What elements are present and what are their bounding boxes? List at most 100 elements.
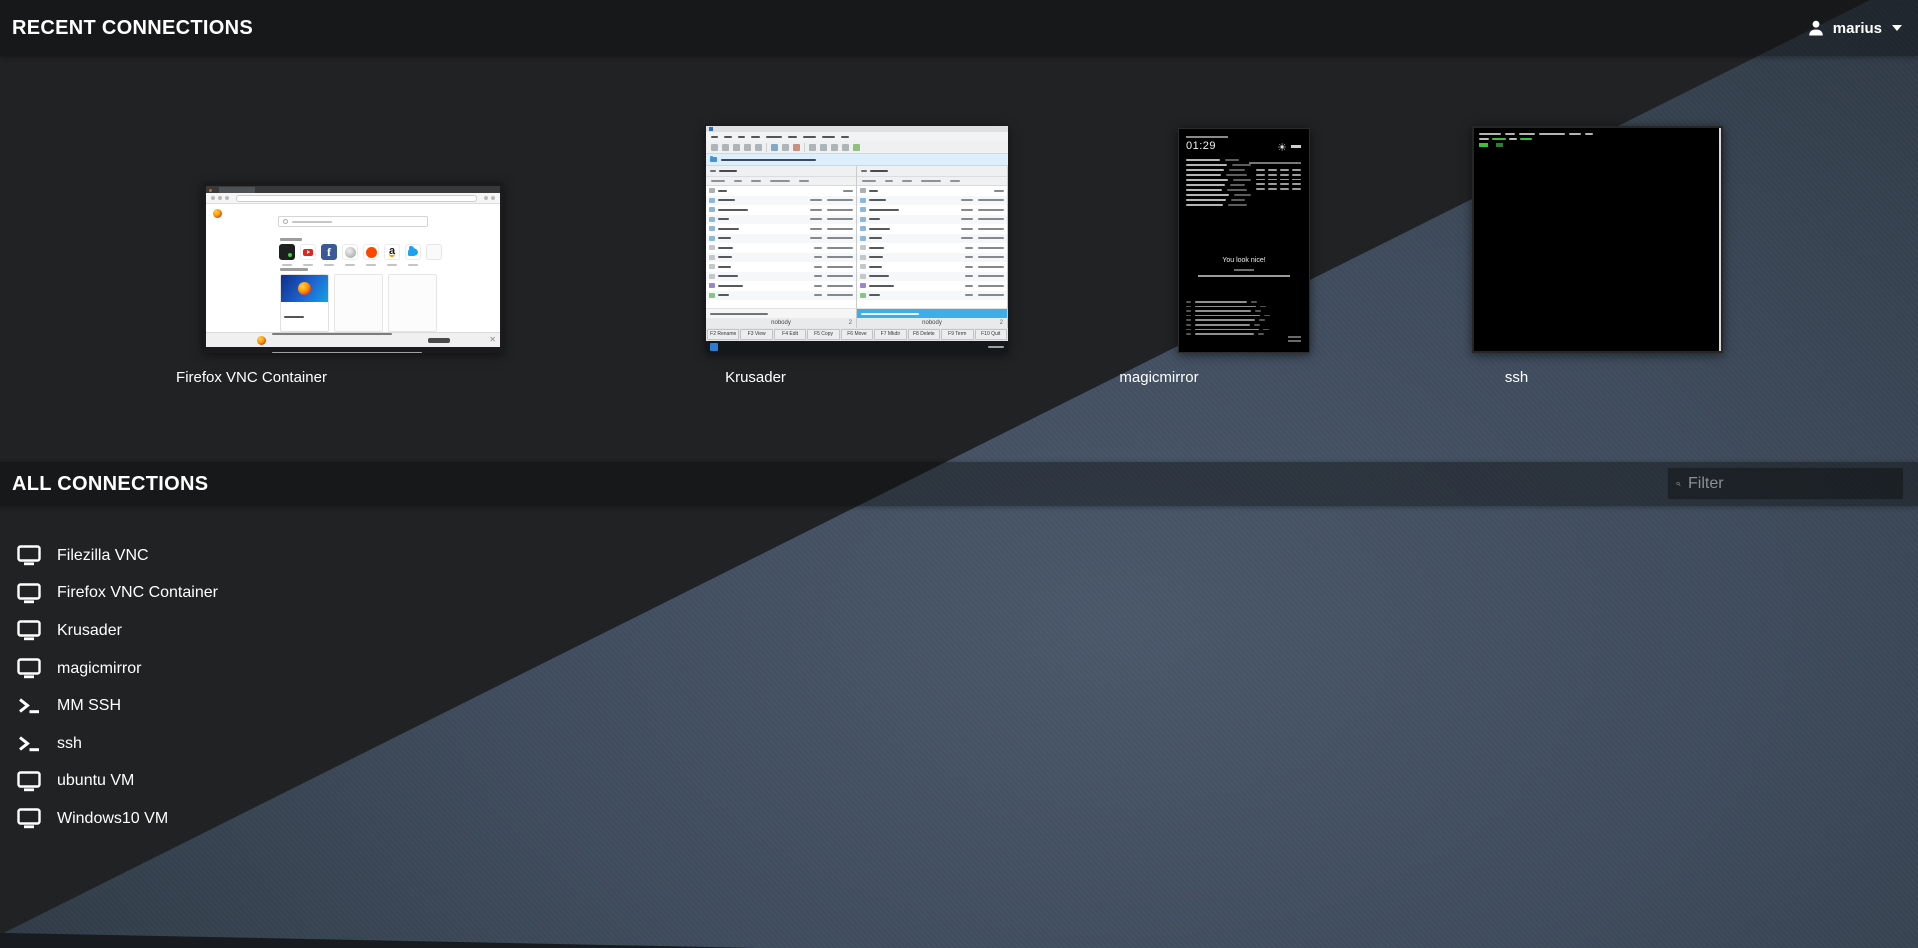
magicmirror-thumbnail: 01:29 ☀ You look nice! [1178,128,1310,353]
file-row [706,253,856,263]
connection-item-ubuntu-vm[interactable]: ubuntu VM [12,763,218,801]
file-row [706,205,856,215]
chevron-down-icon [1892,25,1902,31]
krusader-thumbnail: nobody2 nobody2 F2 Rename F3 View F4 Edi… [706,126,1008,353]
file-row [706,243,856,253]
toolbar-decor [706,141,1008,154]
fkey-button: F8 Delete [908,329,940,340]
sun-icon: ☀ [1277,141,1287,154]
fkey-button: F4 Edit [774,329,806,340]
connection-item-firefox-vnc-container[interactable]: Firefox VNC Container [12,575,218,613]
file-row [857,186,1007,196]
fkey-button: F7 Mkdir [874,329,906,340]
connection-label: magicmirror [1119,369,1198,387]
recent-connection-krusader[interactable]: nobody2 nobody2 F2 Rename F3 View F4 Edi… [503,126,1008,387]
monitor-icon [16,771,41,792]
notification-bar-decor: ✕ [206,332,500,347]
recent-connection-magicmirror[interactable]: 01:29 ☀ You look nice! magicmirror [1008,128,1310,387]
file-row [706,234,856,244]
terminal-icon [16,697,41,715]
filter-box [1667,467,1904,500]
fkey-button: F2 Rename [707,329,739,340]
fkey-button: F3 View [740,329,772,340]
mini-calendar-decor [1256,169,1301,190]
connection-item-filezilla-vnc[interactable]: Filezilla VNC [12,537,218,575]
file-row [706,281,856,291]
top-sites-row: f a [279,244,442,260]
file-row [706,224,856,234]
youtube-icon [300,244,316,260]
terminal-icon [16,735,41,753]
firefox-thumbnail: f a [203,183,503,353]
empty-tile [426,244,442,260]
connection-label: ssh [1505,369,1528,387]
file-row [857,262,1007,272]
twitter-icon [405,244,421,260]
address-bar-decor [706,154,1008,166]
kde-panel-decor [706,341,1008,353]
folder-icon [710,157,717,162]
section-title: ALL CONNECTIONS [12,473,208,496]
amazon-icon: a [384,244,400,260]
recent-connections-row: f a [0,126,1723,387]
file-row [857,243,1007,253]
file-row [857,272,1007,282]
fkey-button: F10 Quit [975,329,1007,340]
file-row [706,186,856,196]
monitor-icon [16,620,41,641]
file-row [857,281,1007,291]
filter-input[interactable] [1688,475,1895,493]
ssh-thumbnail [1472,126,1723,353]
clock: 01:29 [1186,140,1216,152]
fkey-button: F5 Copy [807,329,839,340]
file-row [706,215,856,225]
username: marius [1833,20,1882,37]
monitor-icon [16,583,41,604]
connection-item-ssh[interactable]: ssh [12,725,218,763]
recent-connection-ssh[interactable]: ssh [1310,126,1723,387]
monitor-icon [16,658,41,679]
fkey-button: F6 Move [841,329,873,340]
facebook-icon: f [321,244,337,260]
search-icon [1676,476,1681,492]
all-connections-bar: ALL CONNECTIONS [0,462,1918,506]
file-row [857,224,1007,234]
function-key-bar: F2 Rename F3 View F4 Edit F5 Copy F6 Mov… [706,328,1008,341]
fkey-button: F9 Term [941,329,973,340]
file-row [857,234,1007,244]
page-title: RECENT CONNECTIONS [12,17,253,40]
file-row [857,205,1007,215]
connection-label: Firefox VNC Container [176,369,327,387]
user-icon [1807,19,1825,37]
file-row [857,196,1007,206]
monitor-icon [16,808,41,829]
monitor-icon [16,545,41,566]
firefox-logo-icon [213,209,222,218]
reddit-icon [363,244,379,260]
connection-item-magicmirror[interactable]: magicmirror [12,650,218,688]
file-row [857,291,1007,301]
krusader-left-pane: nobody2 [706,166,857,328]
menu-bar-decor [706,132,1008,141]
news-list-decor [1186,301,1270,338]
connection-label: Krusader [725,369,786,387]
search-bar-decor [278,216,428,227]
compliment-text: You look nice! [1179,257,1309,264]
connection-list: Filezilla VNC Firefox VNC Container Krus… [12,537,218,838]
user-menu[interactable]: marius [1807,19,1902,37]
scrollbar [1719,128,1721,351]
terminal-site-icon [279,244,295,260]
recent-connection-firefox-vnc[interactable]: f a [0,183,503,387]
file-row [857,215,1007,225]
calendar-list-decor [1186,159,1251,209]
krusader-right-pane: nobody2 [857,166,1008,328]
wikipedia-icon [342,244,358,260]
connection-item-mm-ssh[interactable]: MM SSH [12,687,218,725]
file-row [706,272,856,282]
app-header: RECENT CONNECTIONS marius [0,0,1918,56]
connection-item-krusader[interactable]: Krusader [12,612,218,650]
file-row [706,262,856,272]
file-row [706,291,856,301]
connection-item-windows10-vm[interactable]: Windows10 VM [12,800,218,838]
file-row [706,196,856,206]
